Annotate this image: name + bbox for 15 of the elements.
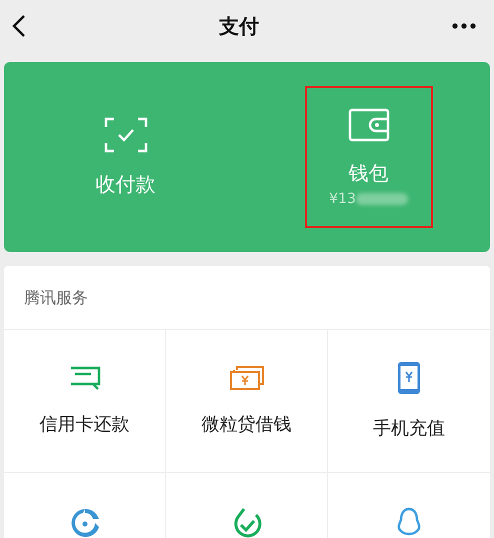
service-tile[interactable]: 信用卡还款 <box>4 330 166 473</box>
check-icon <box>232 507 262 538</box>
service-tile[interactable]: 手机充值 <box>328 330 490 473</box>
banknote-icon <box>230 366 264 390</box>
more-icon[interactable] <box>452 23 476 29</box>
card-icon <box>68 366 100 390</box>
back-icon[interactable] <box>12 14 26 38</box>
scan-icon <box>104 116 148 152</box>
service-tile[interactable]: 微粒贷借钱 <box>166 330 328 473</box>
balance-text: ¥13 <box>329 190 356 206</box>
page-title: 支付 <box>219 12 259 40</box>
section-title: 腾讯服务 <box>4 266 490 330</box>
blurred-digits <box>356 192 408 204</box>
phone-icon <box>398 362 420 394</box>
wallet-icon <box>348 108 390 142</box>
